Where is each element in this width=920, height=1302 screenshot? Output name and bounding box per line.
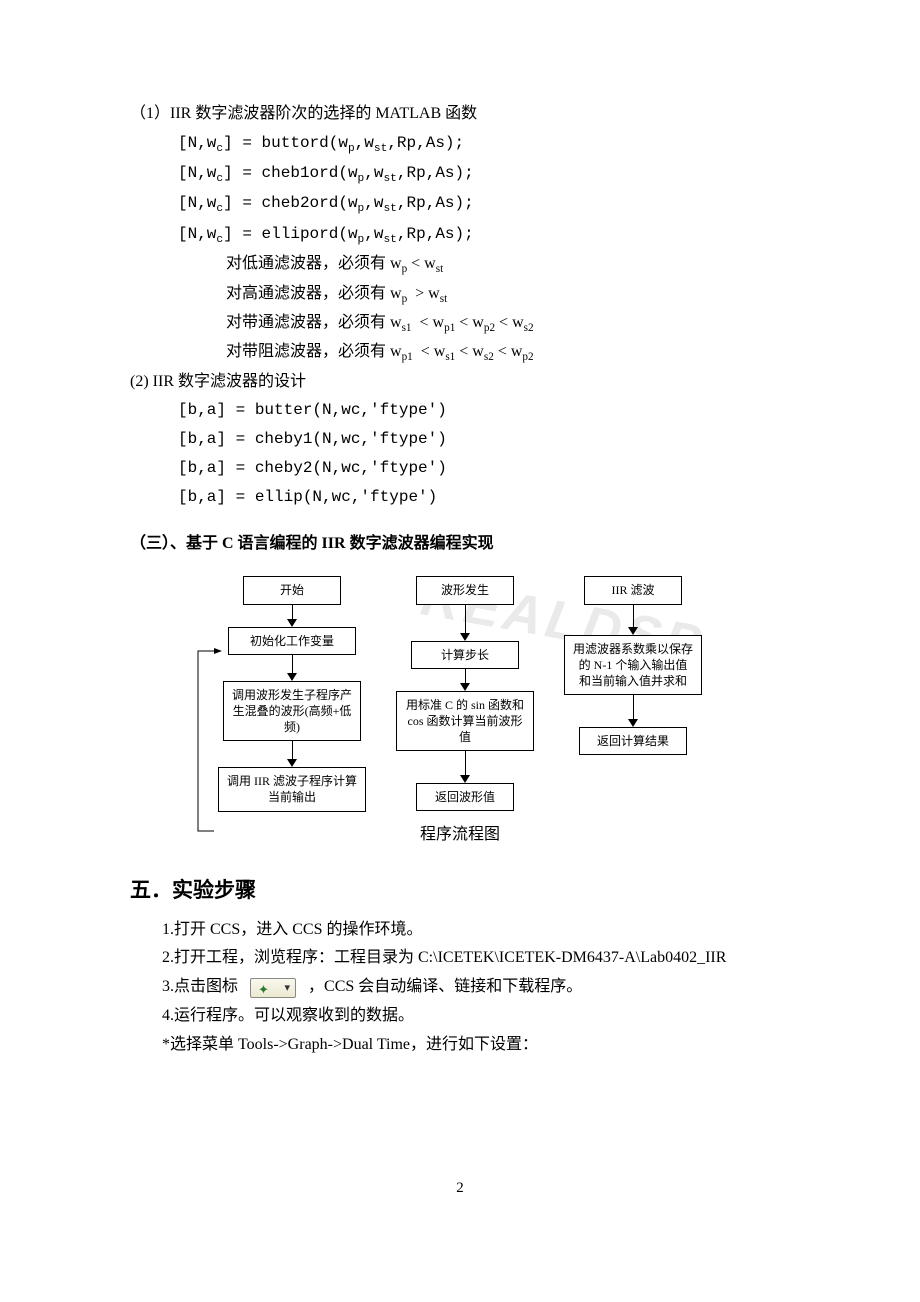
flow-box: 用滤波器系数乘以保存的 N-1 个输入输出值和当前输入值并求和 (564, 635, 702, 696)
flowchart-caption: 程序流程图 (130, 820, 790, 844)
step-line: *选择菜单 Tools->Graph->Dual Time，进行如下设置： (162, 1031, 790, 1060)
flow-box: 调用 IIR 滤波子程序计算当前输出 (218, 767, 366, 811)
code-line: [b,a] = butter(N,wc,'ftype') (130, 396, 790, 425)
flow-box: 返回波形值 (416, 783, 514, 811)
code-line: [N,wc] = buttord(wp,wst,Rp,As); (130, 129, 790, 159)
step-line: 3.点击图标 ，CCS 会自动编译、链接和下载程序。 (162, 973, 790, 1002)
flow-box: 波形发生 (416, 576, 514, 604)
code-line: [N,wc] = cheb2ord(wp,wst,Rp,As); (130, 189, 790, 219)
flow-box: 用标准 C 的 sin 函数和 cos 函数计算当前波形值 (396, 691, 534, 752)
section-1-title: （1）IIR 数字滤波器阶次的选择的 MATLAB 函数 (130, 100, 790, 129)
flow-box: 调用波形发生子程序产生混叠的波形(高频+低频) (223, 681, 361, 742)
flow-box: 开始 (243, 576, 341, 604)
cond-line: 对带阻滤波器，必须有 wp1 < ws1 < ws2 < wp2 (130, 338, 790, 367)
step-line: 1.打开 CCS，进入 CCS 的操作环境。 (162, 916, 790, 945)
build-icon (250, 978, 296, 998)
flow-box: IIR 滤波 (584, 576, 682, 604)
code-line: [N,wc] = cheb1ord(wp,wst,Rp,As); (130, 159, 790, 189)
flow-col-1: 开始 初始化工作变量 调用波形发生子程序产生混叠的波形(高频+低频) 调用 II… (218, 576, 366, 811)
flow-col-2: 波形发生 计算步长 用标准 C 的 sin 函数和 cos 函数计算当前波形值 … (396, 576, 534, 811)
code-line: [b,a] = ellip(N,wc,'ftype') (130, 483, 790, 512)
flow-box: 计算步长 (411, 641, 519, 669)
steps: 1.打开 CCS，进入 CCS 的操作环境。 2.打开工程，浏览程序：工程目录为… (130, 916, 790, 1060)
code-line: [b,a] = cheby2(N,wc,'ftype') (130, 454, 790, 483)
step-line: 4.运行程序。可以观察收到的数据。 (162, 1002, 790, 1031)
flow-box: 返回计算结果 (579, 727, 687, 755)
flowchart: 开始 初始化工作变量 调用波形发生子程序产生混叠的波形(高频+低频) 调用 II… (130, 576, 790, 811)
cond-line: 对高通滤波器，必须有 wp > wst (130, 280, 790, 309)
flow-col-3: IIR 滤波 用滤波器系数乘以保存的 N-1 个输入输出值和当前输入值并求和 返… (564, 576, 702, 811)
page-number: 2 (130, 1180, 790, 1197)
code-line: [N,wc] = ellipord(wp,wst,Rp,As); (130, 220, 790, 250)
cond-line: 对带通滤波器，必须有 ws1 < wp1 < wp2 < ws2 (130, 309, 790, 338)
section-5-title: 五．实验步骤 (130, 874, 790, 904)
flow-box: 初始化工作变量 (228, 627, 356, 655)
cond-line: 对低通滤波器，必须有 wp < wst (130, 250, 790, 279)
section-2-title: (2) IIR 数字滤波器的设计 (130, 368, 790, 397)
page: REALDSP （1）IIR 数字滤波器阶次的选择的 MATLAB 函数 [N,… (0, 0, 920, 1277)
section-3-title: （三）、基于 C 语言编程的 IIR 数字滤波器编程实现 (130, 530, 790, 559)
code-line: [b,a] = cheby1(N,wc,'ftype') (130, 425, 790, 454)
step-line: 2.打开工程，浏览程序：工程目录为 C:\ICETEK\ICETEK-DM643… (162, 944, 790, 973)
